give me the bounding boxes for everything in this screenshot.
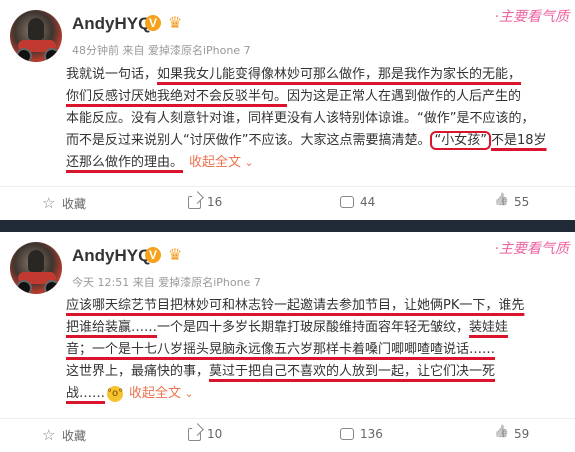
text-segment: 把谁给装赢……	[66, 320, 158, 335]
text-segment: 应该哪天综艺节目把林妙可和林志铃一起邀请去参加节目，让她俩PK一下，谁先	[66, 298, 525, 313]
star-icon	[42, 426, 56, 444]
favorite-label: 收藏	[62, 197, 87, 211]
text-line: 把谁给装赢……一个是四十多岁长期靠打玻尿酸维持面容年轻无皱纹，装娃娃	[66, 317, 566, 339]
weibo-post-1: AndyHYQ V ♛ 48分钟前 来自 爱掉漆原名iPhone 7 ·主要看气…	[0, 0, 575, 220]
text-segment: 不是18岁	[490, 133, 547, 148]
crown-badge-icon: ♛	[167, 245, 183, 264]
text-segment: 这世界上，最痛快的事，	[66, 364, 210, 379]
star-icon	[42, 194, 56, 212]
text-segment: 还那么做作的理由。	[66, 155, 184, 170]
favorite-button[interactable]: 收藏	[42, 426, 87, 444]
text-segment: 装娃娃	[469, 320, 509, 335]
text-line: 战…… °o° 收起全文	[66, 383, 566, 405]
share-button[interactable]: 10	[188, 427, 222, 441]
favorite-label: 收藏	[62, 429, 87, 443]
text-segment: 音；	[66, 342, 93, 357]
text-line: 你们反感讨厌她我绝对不会反驳半句。因为这是正常人在遇到做作的人后产生的	[66, 86, 566, 108]
post-meta: 48分钟前 来自 爱掉漆原名iPhone 7	[72, 44, 251, 57]
text-line: 我就说一句话，如果我女儿能变得像林妙可那么做作，那是我作为家长的无能，	[66, 64, 566, 86]
author-name[interactable]: AndyHYQ	[72, 246, 151, 266]
verified-v-icon: V	[145, 247, 161, 263]
surprised-emoji-icon: °o°	[107, 385, 123, 402]
share-icon	[188, 427, 201, 441]
watermark: ·主要看气质	[494, 9, 569, 25]
action-bar: 收藏 10 136 59	[0, 418, 575, 449]
text-segment: “小女孩”	[430, 131, 491, 150]
text-segment: 莫过于把自己不喜欢的人放到一起，让它们决一死	[209, 364, 496, 379]
author-name[interactable]: AndyHYQ	[72, 14, 151, 34]
text-line: 这世界上，最痛快的事，莫过于把自己不喜欢的人放到一起，让它们决一死	[66, 361, 566, 383]
share-button[interactable]: 16	[188, 195, 222, 209]
text-segment: 本能反应。没有人刻意针对谁，同样更没有人该特别体谅谁。“做作”是不应该的，	[66, 111, 535, 126]
text-line: 而不是反过来说别人“讨厌做作”不应该。大家这点需要搞清楚。 “小女孩” 不是18岁	[66, 130, 566, 152]
text-segment: 战……	[66, 386, 106, 401]
text-line: 应该哪天综艺节目把林妙可和林志铃一起邀请去参加节目，让她俩PK一下，谁先	[66, 295, 566, 317]
action-bar: 收藏 16 44 55	[0, 186, 575, 217]
thumbs-up-icon	[494, 427, 508, 441]
like-button[interactable]: 59	[494, 427, 529, 441]
post-text: 应该哪天综艺节目把林妙可和林志铃一起邀请去参加节目，让她俩PK一下，谁先 把谁给装…	[66, 295, 566, 405]
comment-count: 44	[360, 195, 376, 209]
comment-count: 136	[360, 427, 383, 441]
collapse-text-link[interactable]: 收起全文	[129, 386, 194, 401]
text-segment: 因为这是正常人在遇到做作的人后产生的	[287, 89, 522, 104]
thumbs-up-icon	[494, 195, 508, 209]
collapse-text-link[interactable]: 收起全文	[189, 155, 254, 170]
text-line: 本能反应。没有人刻意针对谁，同样更没有人该特别体谅谁。“做作”是不应该的，	[66, 108, 566, 130]
text-segment: 一个是十七八岁摇头晃脑永远像五六岁那样卡着嗓门唧唧喳喳说话……	[92, 342, 496, 357]
watermark: ·主要看气质	[494, 241, 569, 257]
text-segment: 而不是反过来说别人“讨厌做作”不应该。大家这点需要搞清楚。	[66, 133, 431, 148]
crown-badge-icon: ♛	[167, 13, 183, 32]
comment-icon	[340, 196, 354, 208]
share-icon	[188, 195, 201, 209]
favorite-button[interactable]: 收藏	[42, 194, 87, 212]
like-count: 55	[514, 195, 530, 209]
text-segment: 如果我女儿能变得像林妙可那么做作，那是我作为家长的无能，	[157, 67, 522, 82]
post-meta: 今天 12:51 来自 爱掉漆原名iPhone 7	[72, 276, 261, 289]
comment-icon	[340, 428, 354, 440]
share-count: 16	[207, 195, 223, 209]
text-segment: 一个是四十多岁长期靠打玻尿酸维持面容年轻无皱纹，	[157, 320, 470, 335]
like-button[interactable]: 55	[494, 195, 529, 209]
share-count: 10	[207, 427, 223, 441]
comment-button[interactable]: 44	[340, 195, 375, 209]
like-count: 59	[514, 427, 530, 441]
post-separator	[0, 220, 575, 232]
text-segment: 你们反感讨厌她我绝对不会反驳半句。	[66, 89, 288, 104]
text-line: 还那么做作的理由。 收起全文	[66, 152, 566, 174]
text-segment: 我就说一句话，	[66, 67, 158, 82]
avatar[interactable]	[10, 10, 62, 62]
avatar[interactable]	[10, 242, 62, 294]
post-text: 我就说一句话，如果我女儿能变得像林妙可那么做作，那是我作为家长的无能， 你们反感讨…	[66, 64, 566, 174]
verified-v-icon: V	[145, 15, 161, 31]
text-line: 音；一个是十七八岁摇头晃脑永远像五六岁那样卡着嗓门唧唧喳喳说话……	[66, 339, 566, 361]
comment-button[interactable]: 136	[340, 427, 383, 441]
